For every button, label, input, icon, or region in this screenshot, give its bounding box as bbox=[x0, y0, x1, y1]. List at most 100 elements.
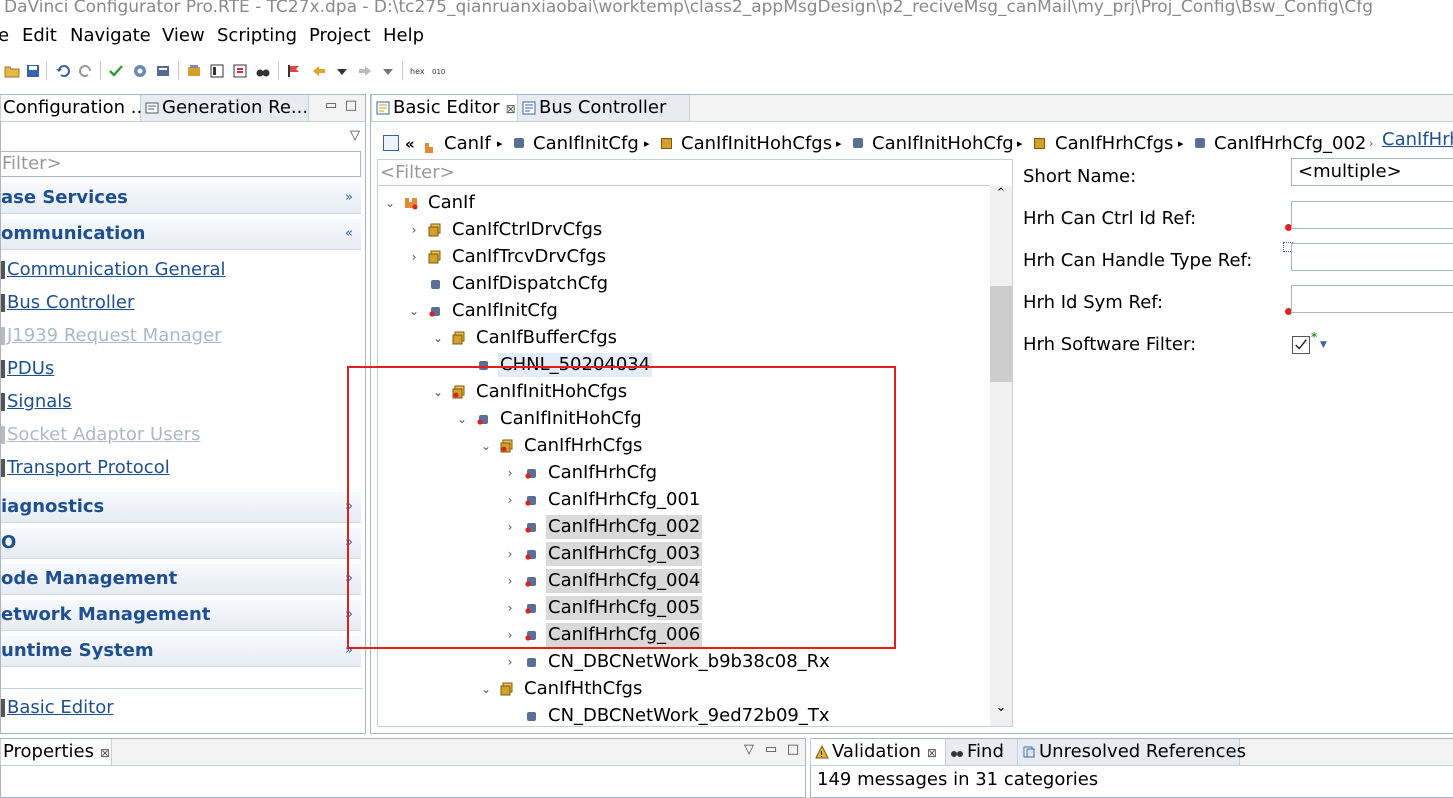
tree-node[interactable]: › CanIfCtrlDrvCfgs bbox=[408, 218, 603, 242]
chevron-down-icon[interactable]: ⌄ bbox=[480, 677, 492, 701]
tool-a-icon[interactable] bbox=[186, 63, 202, 79]
tree-node[interactable]: CN_DBCNetWork_9ed72b09_Tx bbox=[504, 704, 830, 726]
breadcrumb-item[interactable]: CanIfInitCfg bbox=[533, 131, 639, 157]
scroll-down-icon[interactable]: ⌄ bbox=[990, 700, 1012, 720]
tree-node[interactable]: ⌄ CanIfInitHohCfgs bbox=[432, 380, 627, 404]
undo-icon[interactable] bbox=[55, 63, 71, 79]
tab-configuration[interactable]: Configuration ... bbox=[0, 95, 148, 121]
tab-properties[interactable]: Properties ⊠ bbox=[0, 739, 112, 765]
tree-node[interactable]: ⌄ CanIfInitHohCfg bbox=[456, 407, 642, 431]
maximize-icon[interactable]: □ bbox=[339, 95, 363, 117]
scrollbar-thumb[interactable] bbox=[990, 286, 1012, 382]
tree-node[interactable]: ⌄ CanIfBufferCfgs bbox=[432, 326, 617, 350]
binoculars-icon[interactable] bbox=[255, 63, 271, 79]
mark-icon[interactable] bbox=[286, 63, 302, 79]
link-socket-adaptor-users[interactable]: Socket Adaptor Users bbox=[7, 424, 200, 445]
maximize-icon[interactable]: □ bbox=[781, 739, 805, 761]
link-pdus[interactable]: PDUs bbox=[7, 358, 54, 379]
hrh-can-handle-type-ref-field[interactable] bbox=[1291, 243, 1453, 271]
forward-arrow-icon[interactable] bbox=[357, 63, 373, 79]
section-runtime-system[interactable]: untime System» bbox=[1, 636, 361, 667]
minimize-icon[interactable]: ▭ bbox=[759, 739, 783, 761]
section-mode-management[interactable]: ode Management» bbox=[1, 564, 361, 595]
hrh-software-filter-checkbox[interactable] bbox=[1292, 336, 1310, 354]
chevron-down-icon[interactable]: ⌄ bbox=[408, 299, 420, 323]
breadcrumb-item[interactable]: CanIfHrhCfg_002 bbox=[1214, 131, 1366, 157]
tab-unresolved-references[interactable]: Unresolved References bbox=[1018, 739, 1246, 765]
close-icon[interactable]: ⊠ bbox=[506, 102, 516, 116]
config-filter-input[interactable]: Filter> bbox=[0, 151, 361, 177]
chevron-right-icon[interactable]: › bbox=[408, 218, 420, 242]
redo-icon[interactable] bbox=[78, 63, 94, 79]
tree-node[interactable]: › CanIfHrhCfg_005 bbox=[504, 596, 703, 620]
settings-icon[interactable] bbox=[155, 63, 171, 79]
breadcrumb-item-link[interactable]: CanIfHrh bbox=[1382, 131, 1453, 153]
short-name-field[interactable]: <multiple> bbox=[1291, 158, 1453, 186]
tree-node[interactable]: › CanIfHrhCfg_003 bbox=[504, 542, 703, 566]
chevron-down-icon[interactable]: ⌄ bbox=[480, 434, 492, 458]
tree-node[interactable]: CanIfDispatchCfg bbox=[408, 272, 608, 296]
forward-dropdown-icon[interactable] bbox=[380, 63, 396, 79]
hrh-can-ctrl-id-ref-field[interactable] bbox=[1291, 201, 1453, 229]
chevron-right-icon[interactable]: › bbox=[504, 569, 516, 593]
section-diagnostics[interactable]: iagnostics» bbox=[1, 492, 361, 523]
chevron-right-icon[interactable]: › bbox=[504, 596, 516, 620]
tab-find[interactable]: Find bbox=[946, 739, 1018, 765]
tree-node[interactable]: › CanIfHrhCfg_004 bbox=[504, 569, 703, 593]
menu-help[interactable]: Help bbox=[383, 22, 424, 50]
menu-project[interactable]: Project bbox=[309, 22, 371, 50]
breadcrumb-back-icon[interactable]: « bbox=[405, 131, 415, 157]
chevron-right-icon[interactable]: › bbox=[504, 542, 516, 566]
tree-filter-input[interactable]: <Filter> bbox=[378, 160, 990, 186]
link-communication-general[interactable]: Communication General bbox=[7, 259, 226, 280]
validate-icon[interactable] bbox=[108, 63, 124, 79]
tree-node[interactable]: › CanIfHrhCfg_001 bbox=[504, 488, 701, 512]
chevron-down-icon[interactable]: ⌄ bbox=[432, 380, 444, 404]
link-bus-controller[interactable]: Bus Controller bbox=[7, 292, 134, 313]
tab-basic-editor[interactable]: Basic Editor ⊠ bbox=[371, 95, 518, 121]
section-communication[interactable]: ommunication « bbox=[1, 219, 361, 250]
tree-node[interactable]: ⌄ CanIfInitCfg bbox=[408, 299, 558, 323]
section-base-services[interactable]: ase Services» bbox=[1, 183, 361, 214]
breadcrumb-menu-icon[interactable] bbox=[383, 135, 399, 151]
open-folder-icon[interactable] bbox=[4, 63, 20, 79]
dropdown-arrow-icon[interactable]: ▼ bbox=[1320, 340, 1327, 350]
chevron-right-icon[interactable]: › bbox=[504, 623, 516, 647]
menu-view[interactable]: View bbox=[162, 22, 205, 50]
tree-node[interactable]: › CanIfHrhCfg_002 bbox=[504, 515, 703, 539]
tool-c-icon[interactable] bbox=[232, 63, 248, 79]
menu-navigate[interactable]: Navigate bbox=[70, 22, 151, 50]
generate-icon[interactable] bbox=[132, 63, 148, 79]
tree-node[interactable]: › CanIfTrcvDrvCfgs bbox=[408, 245, 607, 269]
breadcrumb-item[interactable]: CanIf bbox=[444, 131, 491, 157]
tool-b-icon[interactable] bbox=[209, 63, 225, 79]
chevron-down-icon[interactable]: ⌄ bbox=[456, 407, 468, 431]
tree-node[interactable]: › CanIfHrhCfg bbox=[504, 461, 657, 485]
hex-icon[interactable]: hex bbox=[410, 63, 426, 79]
chevron-right-icon[interactable]: › bbox=[504, 461, 516, 485]
link-basic-editor[interactable]: Basic Editor bbox=[7, 697, 114, 718]
chevron-right-icon[interactable]: › bbox=[504, 650, 516, 674]
tab-generation-report[interactable]: Generation Re... bbox=[141, 95, 309, 121]
breadcrumb-item[interactable]: CanIfInitHohCfgs bbox=[681, 131, 832, 157]
chevron-down-icon[interactable]: ⌄ bbox=[432, 326, 444, 350]
breadcrumb-item[interactable]: CanIfHrhCfgs bbox=[1055, 131, 1173, 157]
save-icon[interactable] bbox=[25, 63, 41, 79]
chevron-right-icon[interactable]: › bbox=[504, 515, 516, 539]
menu-file[interactable]: e bbox=[0, 22, 9, 50]
back-arrow-icon[interactable] bbox=[311, 63, 327, 79]
tree-scrollbar[interactable]: ⌃ ⌄ bbox=[990, 186, 1012, 726]
tree-node[interactable]: ⌄ CanIfHthCfgs bbox=[480, 677, 642, 701]
section-io[interactable]: O» bbox=[1, 528, 361, 559]
breadcrumb-item[interactable]: CanIfInitHohCfg bbox=[872, 131, 1014, 157]
menu-scripting[interactable]: Scripting bbox=[217, 22, 297, 50]
hrh-id-sym-ref-field[interactable] bbox=[1291, 285, 1453, 313]
chevron-right-icon[interactable]: › bbox=[408, 245, 420, 269]
back-dropdown-icon[interactable] bbox=[334, 63, 350, 79]
chevron-right-icon[interactable]: › bbox=[504, 488, 516, 512]
tab-validation[interactable]: ! Validation ⊠ bbox=[810, 739, 946, 765]
bits-icon[interactable]: 010 bbox=[432, 63, 448, 79]
tree-node[interactable]: › CanIfHrhCfg_006 bbox=[504, 623, 703, 647]
tree-node[interactable]: ⌄ CanIfHrhCfgs bbox=[480, 434, 642, 458]
tree-node[interactable]: ⌄ CanIf bbox=[384, 191, 475, 215]
